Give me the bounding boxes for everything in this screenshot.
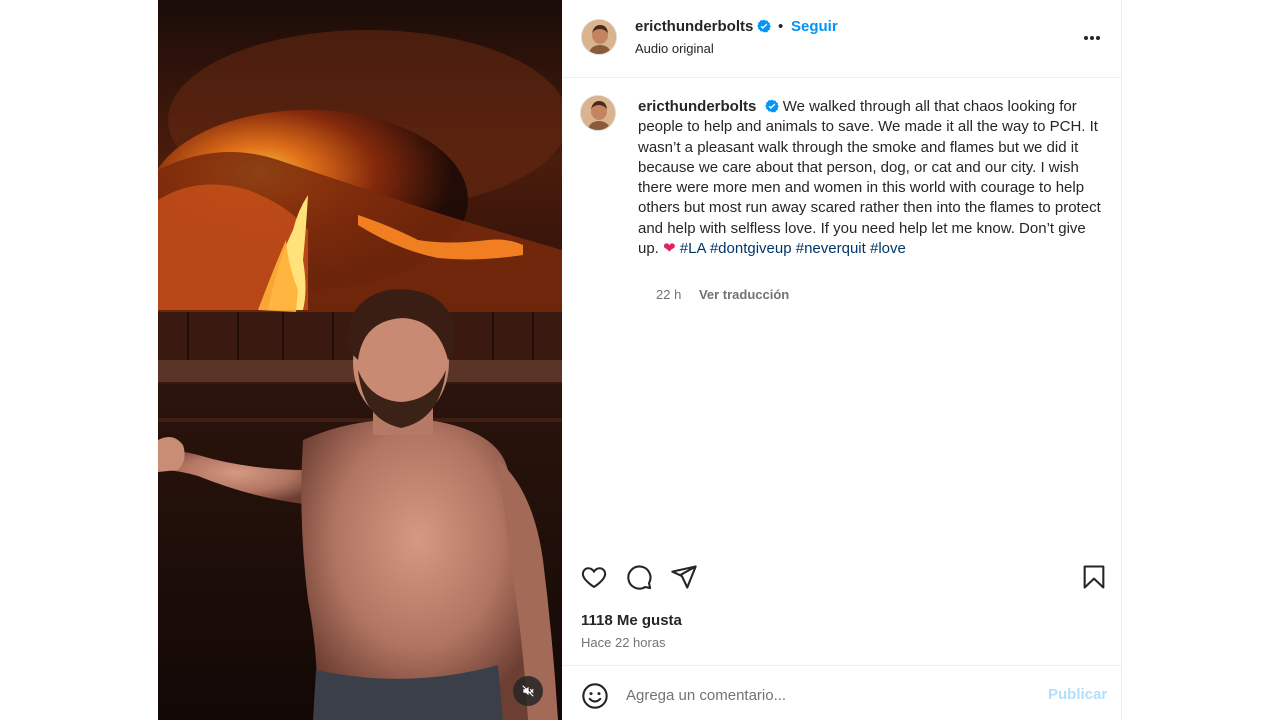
separator-dot: •: [778, 18, 784, 35]
bookmark-icon: [1083, 565, 1105, 589]
follow-button[interactable]: Seguir: [791, 18, 838, 35]
save-button[interactable]: [1080, 563, 1110, 593]
action-bar: [562, 563, 1122, 597]
more-options-button[interactable]: [1078, 26, 1106, 50]
share-button[interactable]: [670, 563, 700, 593]
heart-emoji: ❤: [663, 240, 676, 258]
comment-composer: Publicar: [562, 665, 1122, 720]
avatar-image: [581, 96, 615, 130]
more-options-icon: [1084, 36, 1100, 40]
verified-badge-icon: [757, 19, 772, 33]
video-frame-image: [158, 0, 562, 720]
caption-meta: 22 h Ver traducción: [656, 287, 789, 302]
emoji-picker-button[interactable]: [581, 682, 609, 710]
caption-age[interactable]: 22 h: [656, 287, 681, 302]
author-username-text[interactable]: ericthunderbolts: [635, 18, 753, 35]
caption-body: We walked through all that chaos looking…: [638, 98, 1101, 258]
post-timestamp[interactable]: Hace 22 horas: [581, 635, 666, 650]
caption-username[interactable]: ericthunderbolts: [638, 98, 756, 115]
comment-input[interactable]: [626, 682, 1026, 708]
send-icon: [671, 565, 697, 589]
translate-link[interactable]: Ver traducción: [699, 287, 789, 302]
emoji-icon: [582, 683, 608, 709]
audio-label[interactable]: Audio original: [635, 41, 714, 56]
hashtag-la[interactable]: #LA: [680, 240, 706, 257]
hashtag-love[interactable]: #love: [870, 240, 906, 257]
verified-badge-icon: [764, 99, 779, 113]
post-header: ericthunderbolts • Seguir Audio original: [562, 0, 1122, 78]
publish-button[interactable]: Publicar: [1048, 686, 1107, 703]
like-button[interactable]: [580, 563, 610, 593]
post-video[interactable]: [158, 0, 562, 720]
author-avatar[interactable]: [581, 19, 617, 55]
mute-toggle-button[interactable]: [513, 676, 543, 706]
like-count[interactable]: 1118 Me gusta: [581, 612, 682, 629]
comment-button[interactable]: [625, 563, 655, 593]
hashtag-dontgiveup[interactable]: #dontgiveup: [710, 240, 792, 257]
hashtag-neverquit[interactable]: #neverquit: [796, 240, 866, 257]
caption-author-avatar[interactable]: [580, 95, 616, 131]
comment-icon: [627, 565, 652, 590]
caption-text: ericthunderbolts We walked through all t…: [638, 97, 1108, 259]
author-username[interactable]: ericthunderbolts: [635, 18, 772, 35]
heart-icon: [581, 567, 607, 589]
speaker-muted-icon: [522, 685, 534, 697]
post-details-panel: ericthunderbolts • Seguir Audio original: [562, 0, 1122, 720]
avatar-image: [582, 20, 616, 54]
